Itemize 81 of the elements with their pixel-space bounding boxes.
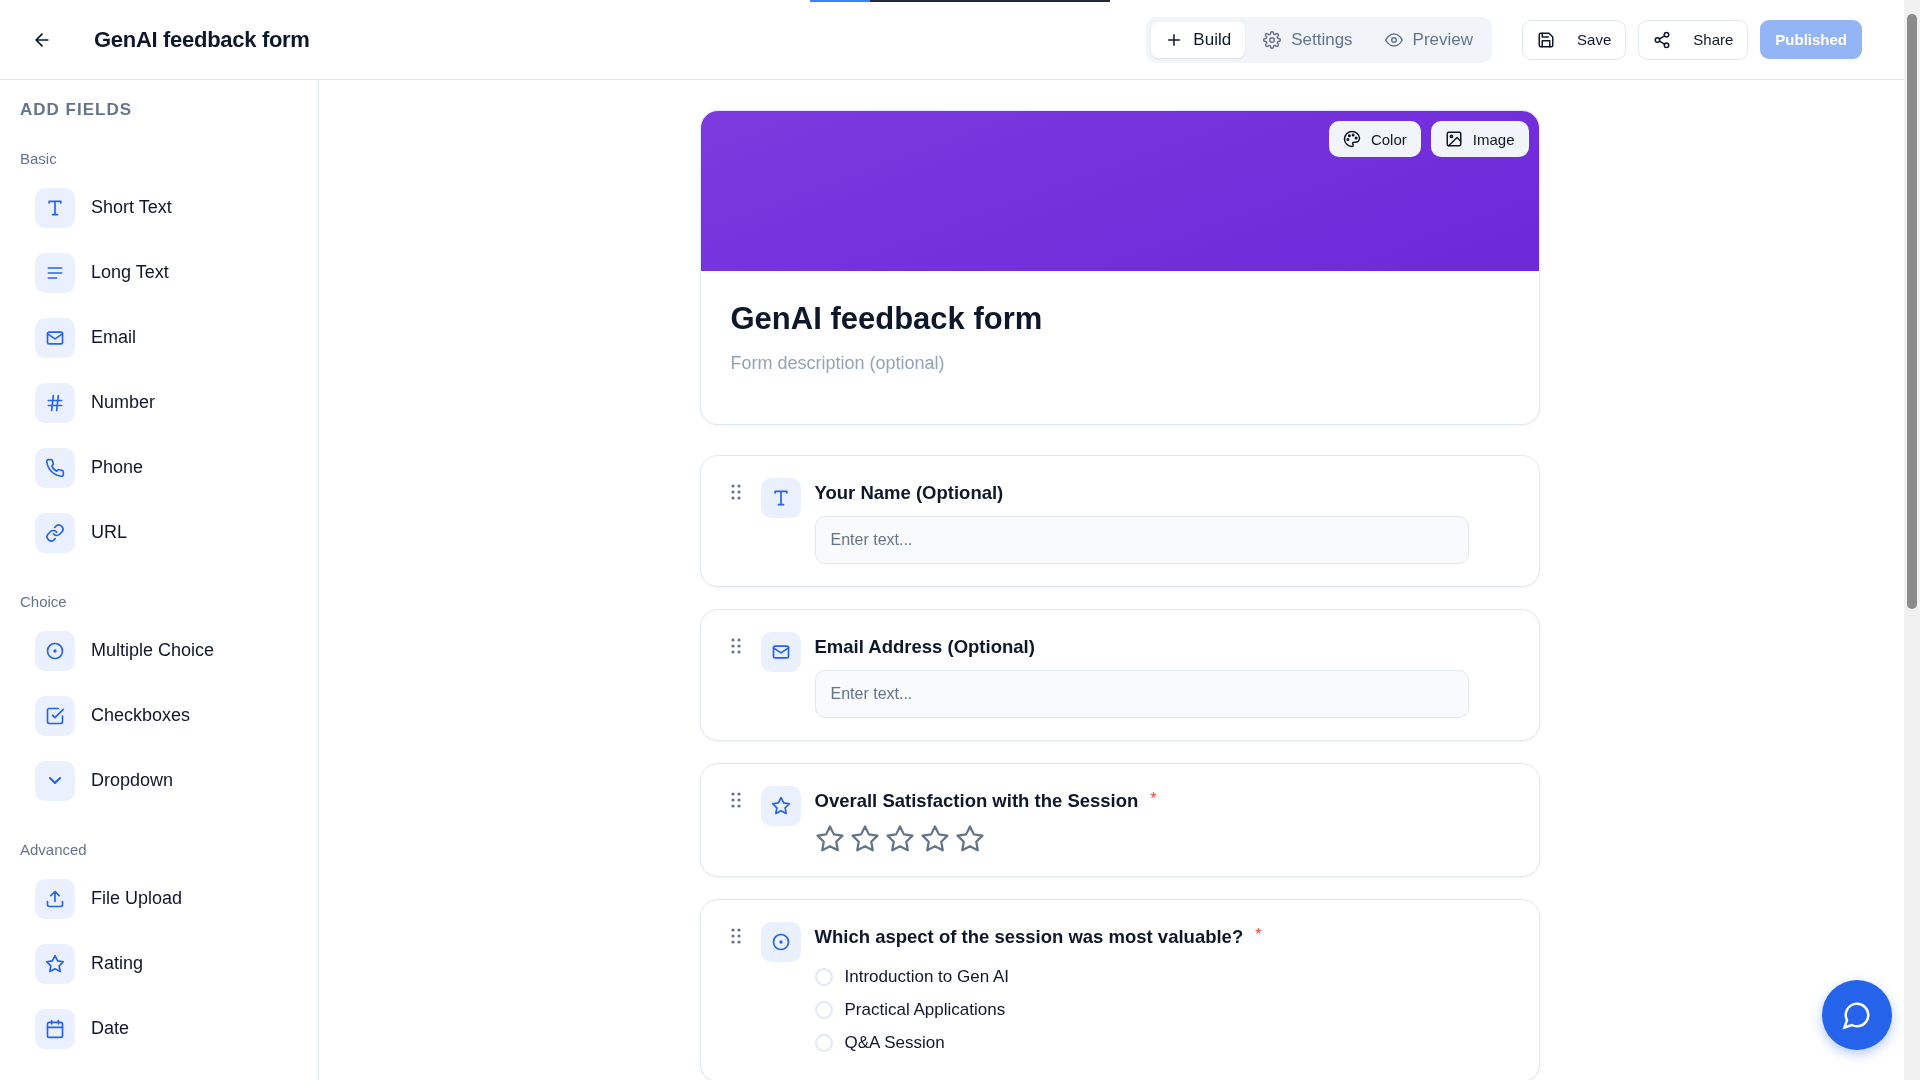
- radio-button[interactable]: [814, 967, 833, 986]
- color-button[interactable]: Color: [1328, 121, 1421, 157]
- checkbox-icon: [45, 705, 65, 726]
- drag-handle-icon[interactable]: [730, 792, 741, 808]
- field-type-label: URL: [91, 522, 127, 543]
- radio-icon: [45, 640, 65, 661]
- field-type-item[interactable]: Phone: [20, 435, 144, 500]
- radio-button[interactable]: [814, 1033, 833, 1052]
- section-label: Choice: [20, 593, 68, 610]
- chevron-icon: [49, 777, 61, 784]
- question-label: Which aspect of the session was most valuable?: [814, 926, 1244, 948]
- image-icon: [1444, 130, 1463, 148]
- field-type-item[interactable]: Short Text: [20, 175, 172, 240]
- envelope-icon: [770, 642, 791, 662]
- field-type-label: Number: [91, 392, 156, 413]
- field-type-item[interactable]: Date: [20, 996, 130, 1061]
- field-type-label: Rating: [91, 953, 144, 974]
- question-label: Email Address (Optional): [814, 636, 1035, 658]
- field-type-item[interactable]: Number: [20, 370, 156, 435]
- field-type-item[interactable]: Checkboxes: [20, 683, 191, 748]
- required-mark: *: [1150, 790, 1157, 809]
- field-type-label: Phone: [91, 457, 144, 478]
- star-icon: [770, 796, 791, 816]
- mode-tab[interactable]: Preview: [1370, 21, 1488, 58]
- star-icon[interactable]: [954, 824, 985, 854]
- radio-button[interactable]: [814, 1000, 833, 1019]
- image-button[interactable]: Image: [1430, 121, 1529, 157]
- section-label: Advanced: [20, 841, 88, 858]
- radio-icon: [770, 932, 791, 952]
- field-type-item[interactable]: Email: [20, 305, 136, 370]
- field-type-label: Multiple Choice: [91, 640, 215, 661]
- drag-handle-icon[interactable]: [730, 484, 741, 500]
- option-label: Introduction to Gen AI: [844, 966, 1009, 987]
- mode-tab[interactable]: Settings: [1249, 21, 1367, 58]
- chat-bubble-icon: [1842, 1000, 1872, 1030]
- star-icon[interactable]: [884, 824, 915, 854]
- text-input-field[interactable]: Enter text...: [814, 670, 1469, 718]
- field-type-label: Email: [91, 327, 136, 348]
- hash-icon: [45, 392, 65, 413]
- calendar-icon: [45, 1018, 65, 1039]
- sidebar-heading: ADD FIELDS: [20, 100, 133, 120]
- field-type-item[interactable]: Dropdown: [20, 748, 174, 813]
- phone-icon: [45, 457, 65, 478]
- chat-button[interactable]: [1822, 980, 1892, 1050]
- field-type-item[interactable]: URL: [20, 500, 127, 565]
- option-label: Q&A Session: [844, 1032, 945, 1053]
- drag-handle-icon[interactable]: [730, 638, 741, 654]
- upload-icon: [45, 888, 65, 909]
- field-type-item[interactable]: File Upload: [20, 866, 183, 931]
- field-type-item[interactable]: Multiple Choice: [20, 618, 215, 683]
- field-type-label: File Upload: [91, 888, 183, 909]
- eye-icon: [1384, 30, 1403, 49]
- text-input-field[interactable]: Enter text...: [814, 516, 1469, 564]
- field-type-label: Date: [91, 1018, 130, 1039]
- link-icon: [45, 522, 65, 543]
- section-label: Basic: [20, 150, 58, 167]
- settings-icon: [1263, 30, 1282, 49]
- star-icon[interactable]: [814, 824, 845, 854]
- question-label: Overall Satisfaction with the Session: [814, 790, 1139, 812]
- star-icon[interactable]: [849, 824, 880, 854]
- page-title: GenAI feedback form: [94, 26, 310, 53]
- form-title: GenAI feedback form: [730, 301, 1044, 337]
- field-type-item[interactable]: Long Text: [20, 240, 169, 305]
- mode-tab[interactable]: Build: [1151, 21, 1246, 58]
- share-button[interactable]: Share: [1638, 19, 1749, 60]
- scrollbar[interactable]: [1904, 0, 1920, 1080]
- question-label: Your Name (Optional): [814, 482, 1004, 504]
- field-type-label: Checkboxes: [91, 705, 191, 726]
- share-icon: [1653, 30, 1672, 49]
- field-type-item[interactable]: Rating: [20, 931, 144, 996]
- drag-handle-icon[interactable]: [730, 928, 741, 944]
- option-label: Practical Applications: [844, 999, 1006, 1020]
- field-type-label: Long Text: [91, 262, 169, 283]
- star-rating[interactable]: [814, 824, 985, 854]
- star-icon[interactable]: [919, 824, 950, 854]
- star-icon: [45, 953, 65, 974]
- required-mark: *: [1255, 926, 1262, 945]
- save-button[interactable]: Save: [1522, 19, 1627, 60]
- field-type-label: Dropdown: [91, 770, 174, 791]
- field-type-label: Short Text: [91, 197, 172, 218]
- palette-icon: [1342, 130, 1361, 148]
